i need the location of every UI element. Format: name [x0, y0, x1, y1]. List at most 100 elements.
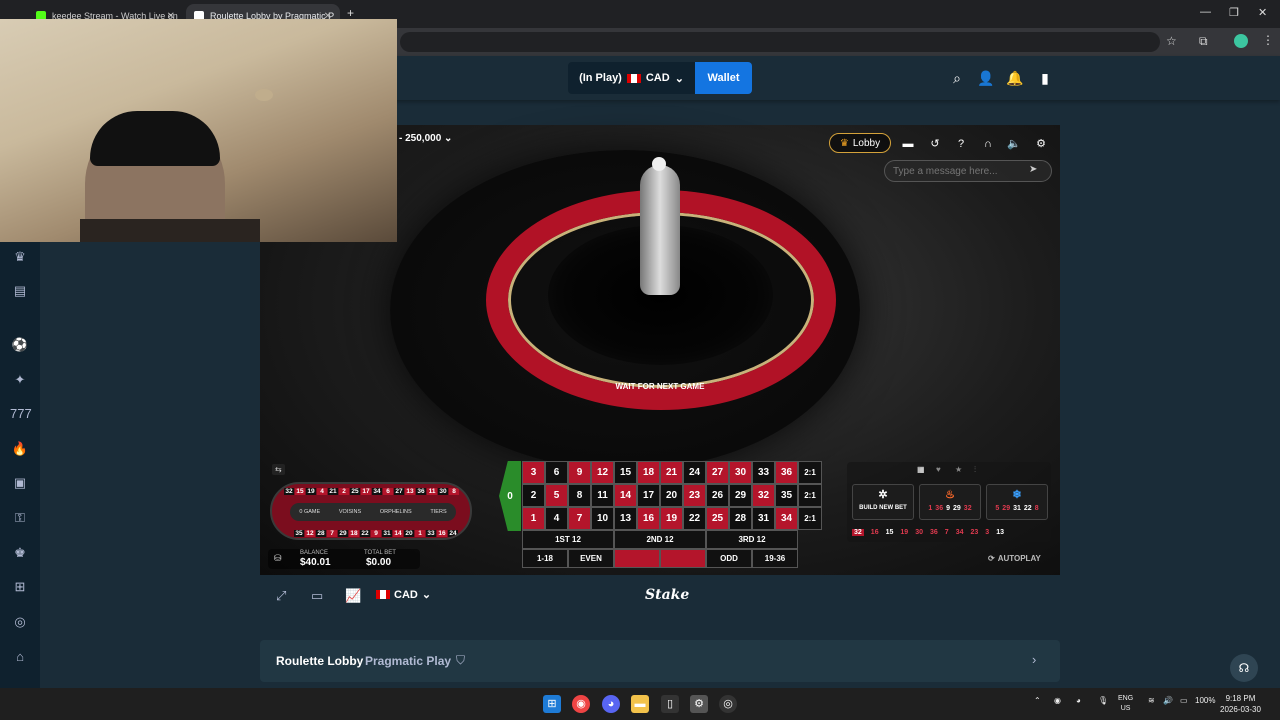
number-cell[interactable]: 34: [775, 507, 798, 530]
fullscreen-icon[interactable]: ⤢: [276, 588, 286, 604]
number-cell[interactable]: 11: [591, 484, 614, 507]
racetrack-number[interactable]: 6: [383, 488, 393, 495]
number-cell[interactable]: 21: [660, 461, 683, 484]
outside-bet-cell[interactable]: [660, 549, 706, 568]
mute-icon[interactable]: 🔈: [1006, 136, 1022, 152]
racetrack-number[interactable]: 25: [350, 488, 360, 495]
racetrack-number[interactable]: 16: [437, 530, 447, 537]
settings-app-icon[interactable]: ⚙: [690, 695, 708, 713]
racetrack-bet-area[interactable]: 32 15 19 4 21 2 25 17 34 6 27 13 36 11 30 8 35 12 28 7 29 18…: [270, 482, 472, 540]
system-clock[interactable]: 9:18 PM 2026-03-30: [1220, 693, 1261, 715]
number-cell[interactable]: 5: [545, 484, 568, 507]
bookmark-icon[interactable]: ⛉: [456, 653, 465, 668]
outside-bet-cell[interactable]: 19-36: [752, 549, 798, 568]
history-icon[interactable]: ↺: [927, 136, 943, 152]
microphone-icon[interactable]: 🎙: [1098, 696, 1108, 705]
section-voisins[interactable]: VOISINS: [339, 509, 361, 515]
close-window-icon[interactable]: ✕: [1258, 6, 1267, 19]
wifi-icon[interactable]: ≋: [1148, 696, 1155, 705]
sidebar-hot-icon[interactable]: 🔥: [10, 439, 30, 459]
bet-limit-selector[interactable]: - 250,000 ⌄: [399, 133, 452, 144]
number-cell[interactable]: 33: [752, 461, 775, 484]
headset-icon[interactable]: ∩: [980, 136, 996, 152]
sidebar-gift-icon[interactable]: ⌂: [10, 647, 30, 667]
racetrack-number[interactable]: 30: [438, 488, 448, 495]
number-cell[interactable]: 6: [545, 461, 568, 484]
racetrack-number[interactable]: 8: [449, 488, 459, 495]
mouse-app-icon[interactable]: ▯: [661, 695, 679, 713]
settings-gear-icon[interactable]: ⚙: [1033, 136, 1049, 152]
obs-icon[interactable]: ◎: [719, 695, 737, 713]
number-cell[interactable]: 16: [637, 507, 660, 530]
number-cell[interactable]: 19: [660, 507, 683, 530]
sidebar-new-releases-icon[interactable]: ✦: [10, 370, 30, 390]
battery-icon[interactable]: ▭: [1180, 696, 1188, 705]
racetrack-number[interactable]: 19: [306, 488, 316, 495]
stats-chart-icon[interactable]: 📈: [345, 588, 361, 604]
racetrack-number[interactable]: 22: [360, 530, 370, 537]
racetrack-number[interactable]: 36: [416, 488, 426, 495]
racetrack-number[interactable]: 2: [339, 488, 349, 495]
outside-bet-cell[interactable]: 1-18: [522, 549, 568, 568]
racetrack-number[interactable]: 31: [382, 530, 392, 537]
column-bet-cell[interactable]: 2:1: [798, 507, 822, 530]
racetrack-number[interactable]: 11: [427, 488, 437, 495]
racetrack-number[interactable]: 18: [349, 530, 359, 537]
number-cell[interactable]: 36: [775, 461, 798, 484]
section-orphelins[interactable]: ORPHELINS: [380, 509, 412, 515]
racetrack-number[interactable]: 15: [295, 488, 305, 495]
steam-tray-icon[interactable]: ◉: [1054, 696, 1061, 705]
number-cell[interactable]: 17: [637, 484, 660, 507]
sidebar-vip-icon[interactable]: ♚: [10, 543, 30, 563]
number-cell[interactable]: 2: [522, 484, 545, 507]
live-support-button[interactable]: ☊: [1230, 654, 1258, 682]
number-cell[interactable]: 25: [706, 507, 729, 530]
racetrack-number[interactable]: 1: [415, 530, 425, 537]
discord-icon[interactable]: ◕: [602, 695, 620, 713]
sidebar-originals-icon[interactable]: ⚿: [10, 508, 30, 528]
number-cell[interactable]: 1: [522, 507, 545, 530]
game-provider[interactable]: Pragmatic Play: [365, 654, 451, 668]
stats-icon[interactable]: ⫶: [974, 465, 976, 475]
user-icon[interactable]: 👤: [976, 68, 996, 88]
cold-numbers-card[interactable]: ❄ 5 29 31 22 8: [986, 484, 1048, 520]
number-cell[interactable]: 32: [752, 484, 775, 507]
racetrack-number[interactable]: 21: [328, 488, 338, 495]
build-new-bet-button[interactable]: ✲ BUILD NEW BET: [852, 484, 914, 520]
chevron-right-icon[interactable]: ›: [1032, 652, 1036, 667]
number-cell[interactable]: 10: [591, 507, 614, 530]
racetrack-number[interactable]: 4: [317, 488, 327, 495]
dozen-bet-cell[interactable]: 2ND 12: [614, 530, 706, 549]
racetrack-number[interactable]: 32: [284, 488, 294, 495]
sidebar-casino-icon[interactable]: ♛: [10, 247, 30, 267]
url-input[interactable]: [400, 32, 1160, 52]
autoplay-button[interactable]: ⟳ AUTOPLAY: [988, 550, 1050, 566]
outside-bet-cell[interactable]: [614, 549, 660, 568]
balance-selector[interactable]: (In Play) CAD ⌄: [568, 62, 695, 94]
number-cell[interactable]: 14: [614, 484, 637, 507]
number-cell[interactable]: 31: [752, 507, 775, 530]
theatre-mode-icon[interactable]: ▭: [311, 588, 323, 604]
chat-message-input[interactable]: [884, 160, 1052, 182]
racetrack-number[interactable]: 33: [426, 530, 436, 537]
star-icon[interactable]: ★: [955, 465, 962, 474]
number-cell[interactable]: 22: [683, 507, 706, 530]
racetrack-number[interactable]: 7: [327, 530, 337, 537]
bookmark-star-icon[interactable]: ☆: [1166, 34, 1177, 48]
number-cell[interactable]: 27: [706, 461, 729, 484]
zero-cell[interactable]: 0: [499, 461, 521, 531]
minimize-icon[interactable]: —: [1200, 6, 1211, 18]
number-cell[interactable]: 29: [729, 484, 752, 507]
number-cell[interactable]: 35: [775, 484, 798, 507]
swap-layout-icon[interactable]: ⇆: [272, 464, 285, 475]
section-tiers[interactable]: TIERS: [430, 509, 446, 515]
send-message-icon[interactable]: ➤: [1029, 164, 1037, 175]
chat-icon[interactable]: ▬: [900, 136, 916, 152]
racetrack-number[interactable]: 34: [372, 488, 382, 495]
outside-bet-cell[interactable]: ODD: [706, 549, 752, 568]
profile-avatar[interactable]: [1234, 34, 1248, 48]
browser-menu-icon[interactable]: ⋮: [1262, 33, 1274, 47]
number-cell[interactable]: 28: [729, 507, 752, 530]
game-info-bar[interactable]: Roulette Lobby Pragmatic Play ⛉ ›: [260, 640, 1060, 682]
racetrack-number[interactable]: 20: [404, 530, 414, 537]
